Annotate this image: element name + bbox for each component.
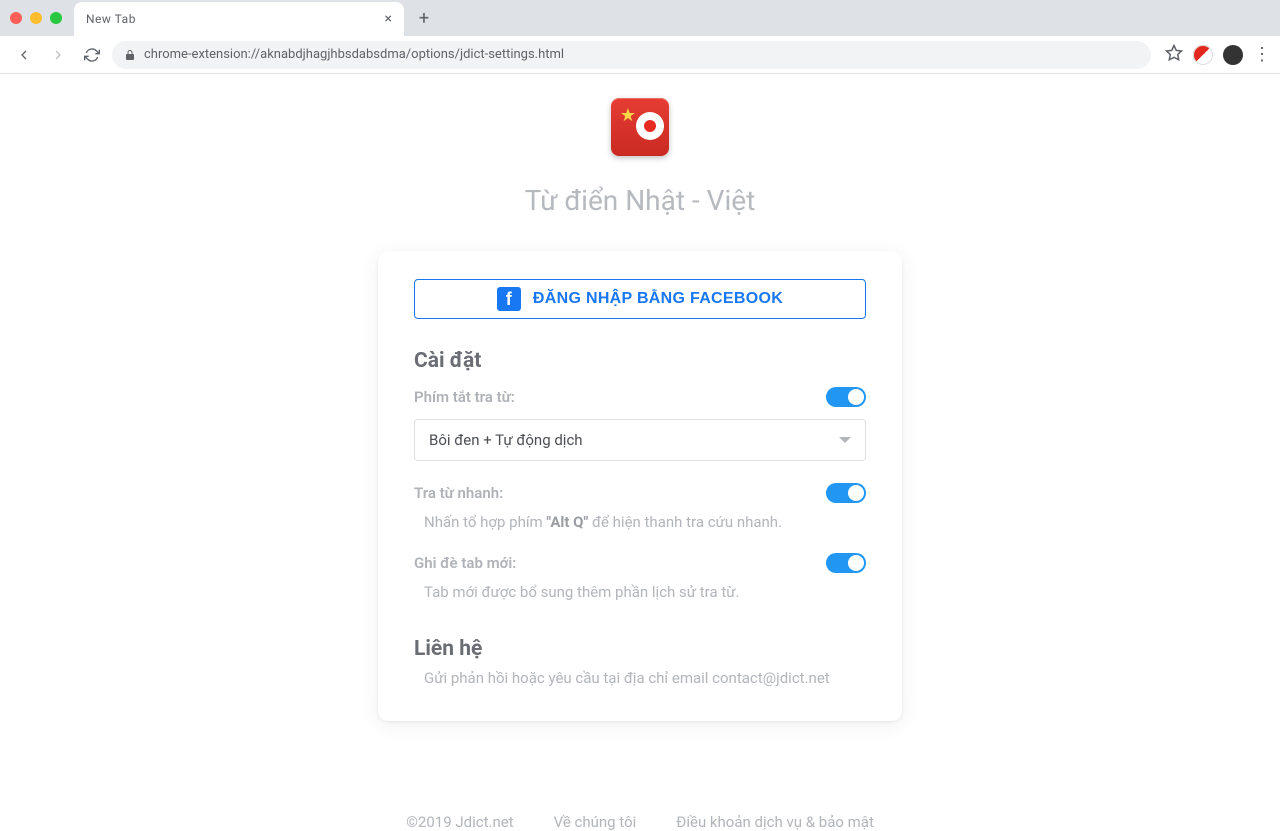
- copyright-text: ©2019 Jdict.net: [406, 813, 513, 831]
- page-footer: ©2019 Jdict.net Về chúng tôi Điều khoản …: [406, 813, 874, 831]
- reload-button[interactable]: [78, 41, 106, 69]
- jdict-extension-icon[interactable]: [1193, 45, 1213, 65]
- page-title: Từ điển Nhật - Việt: [525, 184, 756, 217]
- browser-chrome: New Tab × + chrome-extension://aknabdjha…: [0, 0, 1280, 74]
- override-tab-label: Ghi đè tab mới:: [414, 554, 516, 572]
- facebook-login-label: ĐĂNG NHẬP BẰNG FACEBOOK: [533, 290, 783, 308]
- tab-title: New Tab: [86, 12, 385, 26]
- override-tab-setting: Ghi đè tab mới: Tab mới được bổ sung thê…: [414, 553, 866, 601]
- url-text: chrome-extension://aknabdjhagjhbsdabsdma…: [144, 47, 564, 62]
- settings-section-title: Cài đặt: [414, 349, 866, 373]
- quick-lookup-label: Tra từ nhanh:: [414, 484, 503, 502]
- shortcut-label: Phím tắt tra từ:: [414, 388, 515, 406]
- quick-lookup-toggle[interactable]: [826, 483, 866, 503]
- shortcut-select-value: Bôi đen + Tự động dịch: [429, 431, 583, 449]
- settings-page: ★ Từ điển Nhật - Việt f ĐĂNG NHẬP BẰNG F…: [0, 74, 1280, 831]
- settings-card: f ĐĂNG NHẬP BẰNG FACEBOOK Cài đặt Phím t…: [378, 251, 902, 721]
- facebook-login-button[interactable]: f ĐĂNG NHẬP BẰNG FACEBOOK: [414, 279, 866, 319]
- minimize-window-button[interactable]: [30, 12, 42, 24]
- override-tab-description: Tab mới được bổ sung thêm phần lịch sử t…: [414, 583, 866, 601]
- terms-link[interactable]: Điều khoản dịch vụ & bảo mật: [676, 813, 874, 831]
- lock-icon: [124, 49, 136, 61]
- bookmark-star-icon[interactable]: [1165, 44, 1183, 66]
- shortcut-toggle[interactable]: [826, 387, 866, 407]
- maximize-window-button[interactable]: [50, 12, 62, 24]
- close-tab-icon[interactable]: ×: [385, 11, 392, 27]
- contact-text: Gửi phản hồi hoặc yêu cầu tại địa chỉ em…: [414, 669, 866, 687]
- about-link[interactable]: Về chúng tôi: [554, 813, 637, 831]
- tab-bar: New Tab × +: [0, 0, 1280, 36]
- chevron-down-icon: [839, 437, 851, 443]
- browser-menu-icon[interactable]: ⋮: [1253, 46, 1270, 64]
- japan-flag-icon: [636, 112, 664, 140]
- new-tab-button[interactable]: +: [410, 4, 438, 32]
- shortcut-select[interactable]: Bôi đen + Tự động dịch: [414, 419, 866, 461]
- browser-tab[interactable]: New Tab ×: [74, 2, 404, 36]
- profile-avatar-icon[interactable]: [1223, 45, 1243, 65]
- app-logo: ★: [611, 98, 669, 156]
- close-window-button[interactable]: [10, 12, 22, 24]
- quick-lookup-setting: Tra từ nhanh: Nhấn tổ hợp phím "Alt Q" đ…: [414, 483, 866, 531]
- facebook-icon: f: [497, 287, 521, 311]
- shortcut-setting-row: Phím tắt tra từ:: [414, 387, 866, 407]
- contact-section-title: Liên hệ: [414, 637, 866, 661]
- override-tab-toggle[interactable]: [826, 553, 866, 573]
- forward-button[interactable]: [44, 41, 72, 69]
- address-bar[interactable]: chrome-extension://aknabdjhagjhbsdabsdma…: [112, 41, 1151, 69]
- browser-toolbar: chrome-extension://aknabdjhagjhbsdabsdma…: [0, 36, 1280, 74]
- back-button[interactable]: [10, 41, 38, 69]
- window-controls: [10, 12, 62, 24]
- toolbar-right: ⋮: [1165, 44, 1270, 66]
- quick-lookup-description: Nhấn tổ hợp phím "Alt Q" để hiện thanh t…: [414, 513, 866, 531]
